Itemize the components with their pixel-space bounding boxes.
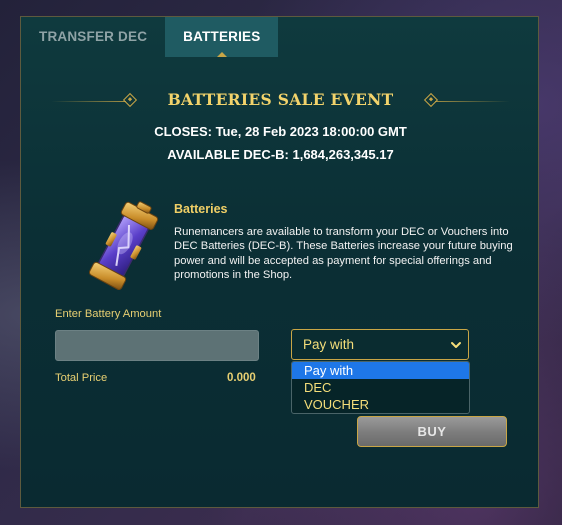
pay-with-option-dec[interactable]: DEC: [292, 379, 469, 396]
event-closes: CLOSES: Tue, 28 Feb 2023 18:00:00 GMT: [154, 124, 407, 139]
available-dec-b: AVAILABLE DEC-B: 1,684,263,345.17: [167, 147, 394, 162]
buy-button[interactable]: BUY: [357, 416, 507, 447]
pay-with-dropdown: Pay with DEC VOUCHER: [291, 361, 470, 414]
battery-amount-label: Enter Battery Amount: [55, 308, 162, 320]
tab-batteries[interactable]: BATTERIES: [165, 17, 279, 57]
shop-panel: TRANSFER DEC BATTERIES BATTERIES SALE EV…: [20, 16, 539, 508]
batteries-description: Runemancers are available to transform y…: [174, 226, 513, 281]
pay-with-selected-value: Pay with: [303, 337, 355, 352]
batteries-heading: Batteries: [174, 202, 228, 216]
tab-label: BATTERIES: [183, 29, 261, 44]
battery-amount-input[interactable]: [55, 330, 259, 361]
total-price-value: 0.000: [227, 372, 256, 384]
tab-transfer-dec[interactable]: TRANSFER DEC: [21, 17, 165, 57]
total-price-label: Total Price: [55, 372, 108, 384]
event-title-row: BATTERIES SALE EVENT: [21, 89, 540, 115]
tab-label: TRANSFER DEC: [39, 29, 148, 44]
pay-with-select[interactable]: Pay with: [291, 329, 469, 360]
battery-crystal-icon: [79, 195, 169, 295]
active-tab-indicator: [216, 52, 227, 57]
pay-with-option-placeholder[interactable]: Pay with: [292, 362, 469, 379]
tab-bar: TRANSFER DEC BATTERIES: [21, 17, 279, 57]
event-title: BATTERIES SALE EVENT: [167, 90, 394, 109]
chevron-down-icon: [451, 342, 461, 348]
pay-with-option-voucher[interactable]: VOUCHER: [292, 396, 469, 413]
title-divider-right: [435, 101, 510, 102]
